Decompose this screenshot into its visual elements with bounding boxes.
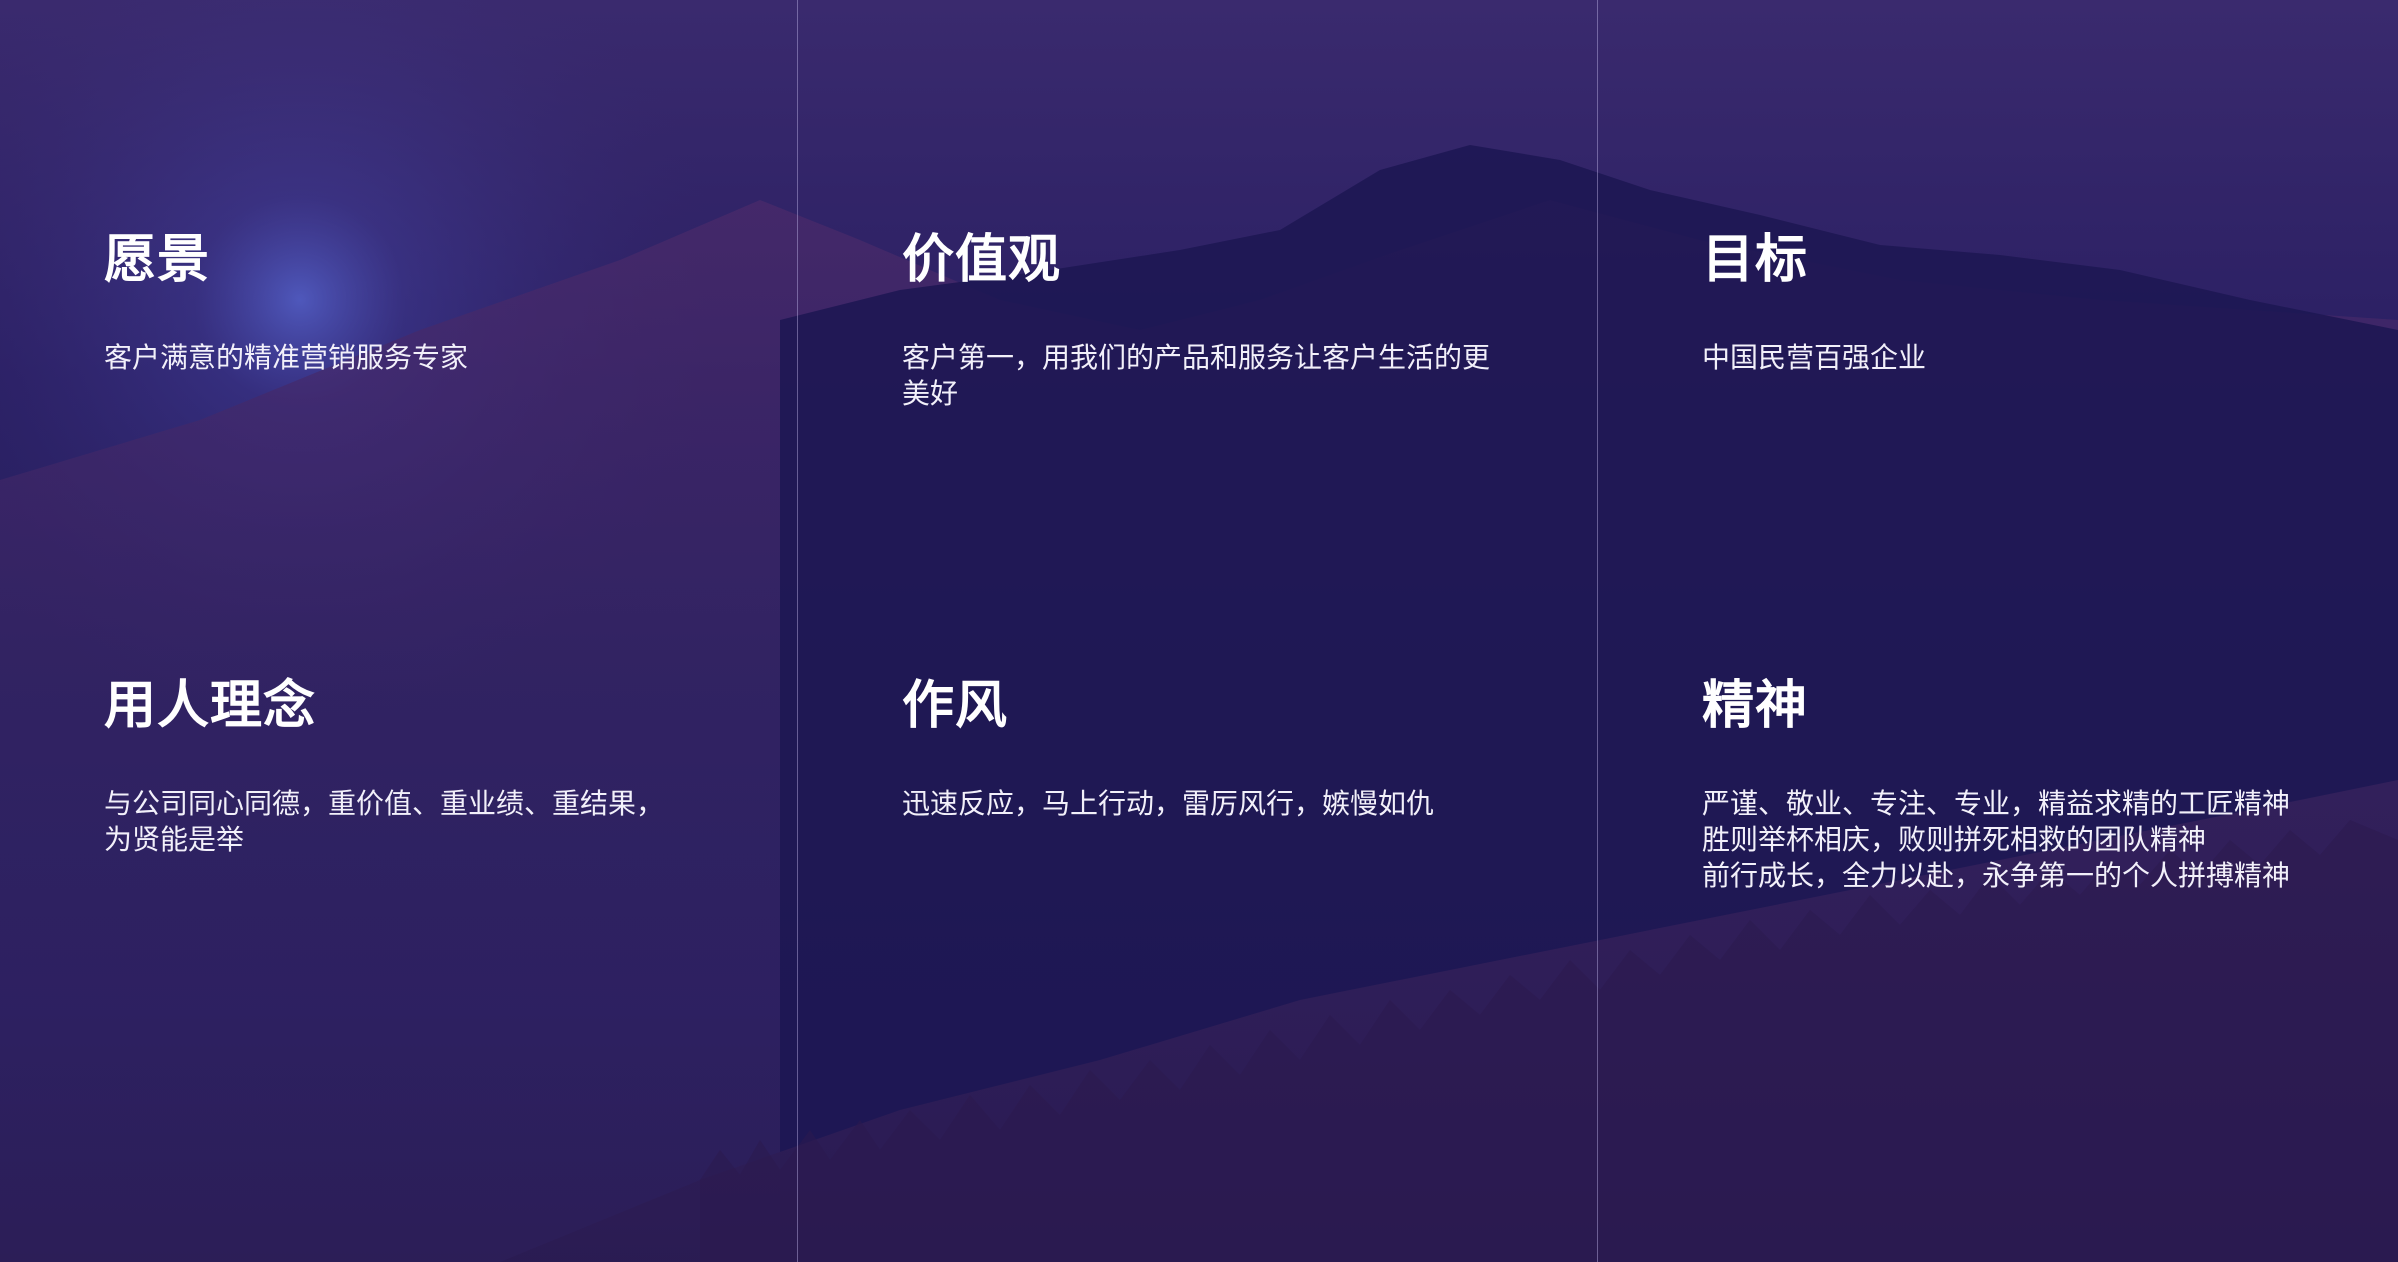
card-title: 作风 — [902, 676, 1009, 736]
card-title: 精神 — [1702, 676, 1809, 736]
card-text: 迅速反应，马上行动，雷厉风行，嫉慢如仇 — [902, 787, 1435, 820]
card-title: 目标 — [1702, 230, 1809, 290]
card-text: 客户满意的精准营销服务专家 — [104, 341, 469, 374]
card-talent-philosophy: 用人理念 与公司同心同德，重价值、重业绩、重结果， 为贤能是举 — [104, 674, 744, 858]
card-goal: 目标 中国民营百强企业 — [1702, 228, 2342, 376]
card-title: 价值观 — [902, 230, 1062, 290]
card-text: 严谨、敬业、专注、专业，精益求精的工匠精神 胜则举杯相庆，败则拼死相救的团队精神… — [1702, 787, 2291, 892]
slide: 愿景 客户满意的精准营销服务专家 价值观 客户第一，用我们的产品和服务让客户生活… — [0, 0, 2398, 1262]
card-spirit: 精神 严谨、敬业、专注、专业，精益求精的工匠精神 胜则举杯相庆，败则拼死相救的团… — [1702, 674, 2342, 894]
card-title: 愿景 — [104, 230, 211, 290]
card-text: 与公司同心同德，重价值、重业绩、重结果， 为贤能是举 — [104, 787, 665, 856]
card-work-style: 作风 迅速反应，马上行动，雷厉风行，嫉慢如仇 — [902, 674, 1542, 822]
card-text: 客户第一，用我们的产品和服务让客户生活的更 美好 — [902, 341, 1491, 410]
card-values: 价值观 客户第一，用我们的产品和服务让客户生活的更 美好 — [902, 228, 1512, 412]
card-title: 用人理念 — [104, 676, 317, 736]
column-divider-1 — [797, 0, 798, 1262]
card-vision: 愿景 客户满意的精准营销服务专家 — [104, 228, 744, 376]
mountain-background — [0, 0, 2398, 1262]
card-text: 中国民营百强企业 — [1702, 341, 1927, 374]
column-divider-2 — [1597, 0, 1598, 1262]
